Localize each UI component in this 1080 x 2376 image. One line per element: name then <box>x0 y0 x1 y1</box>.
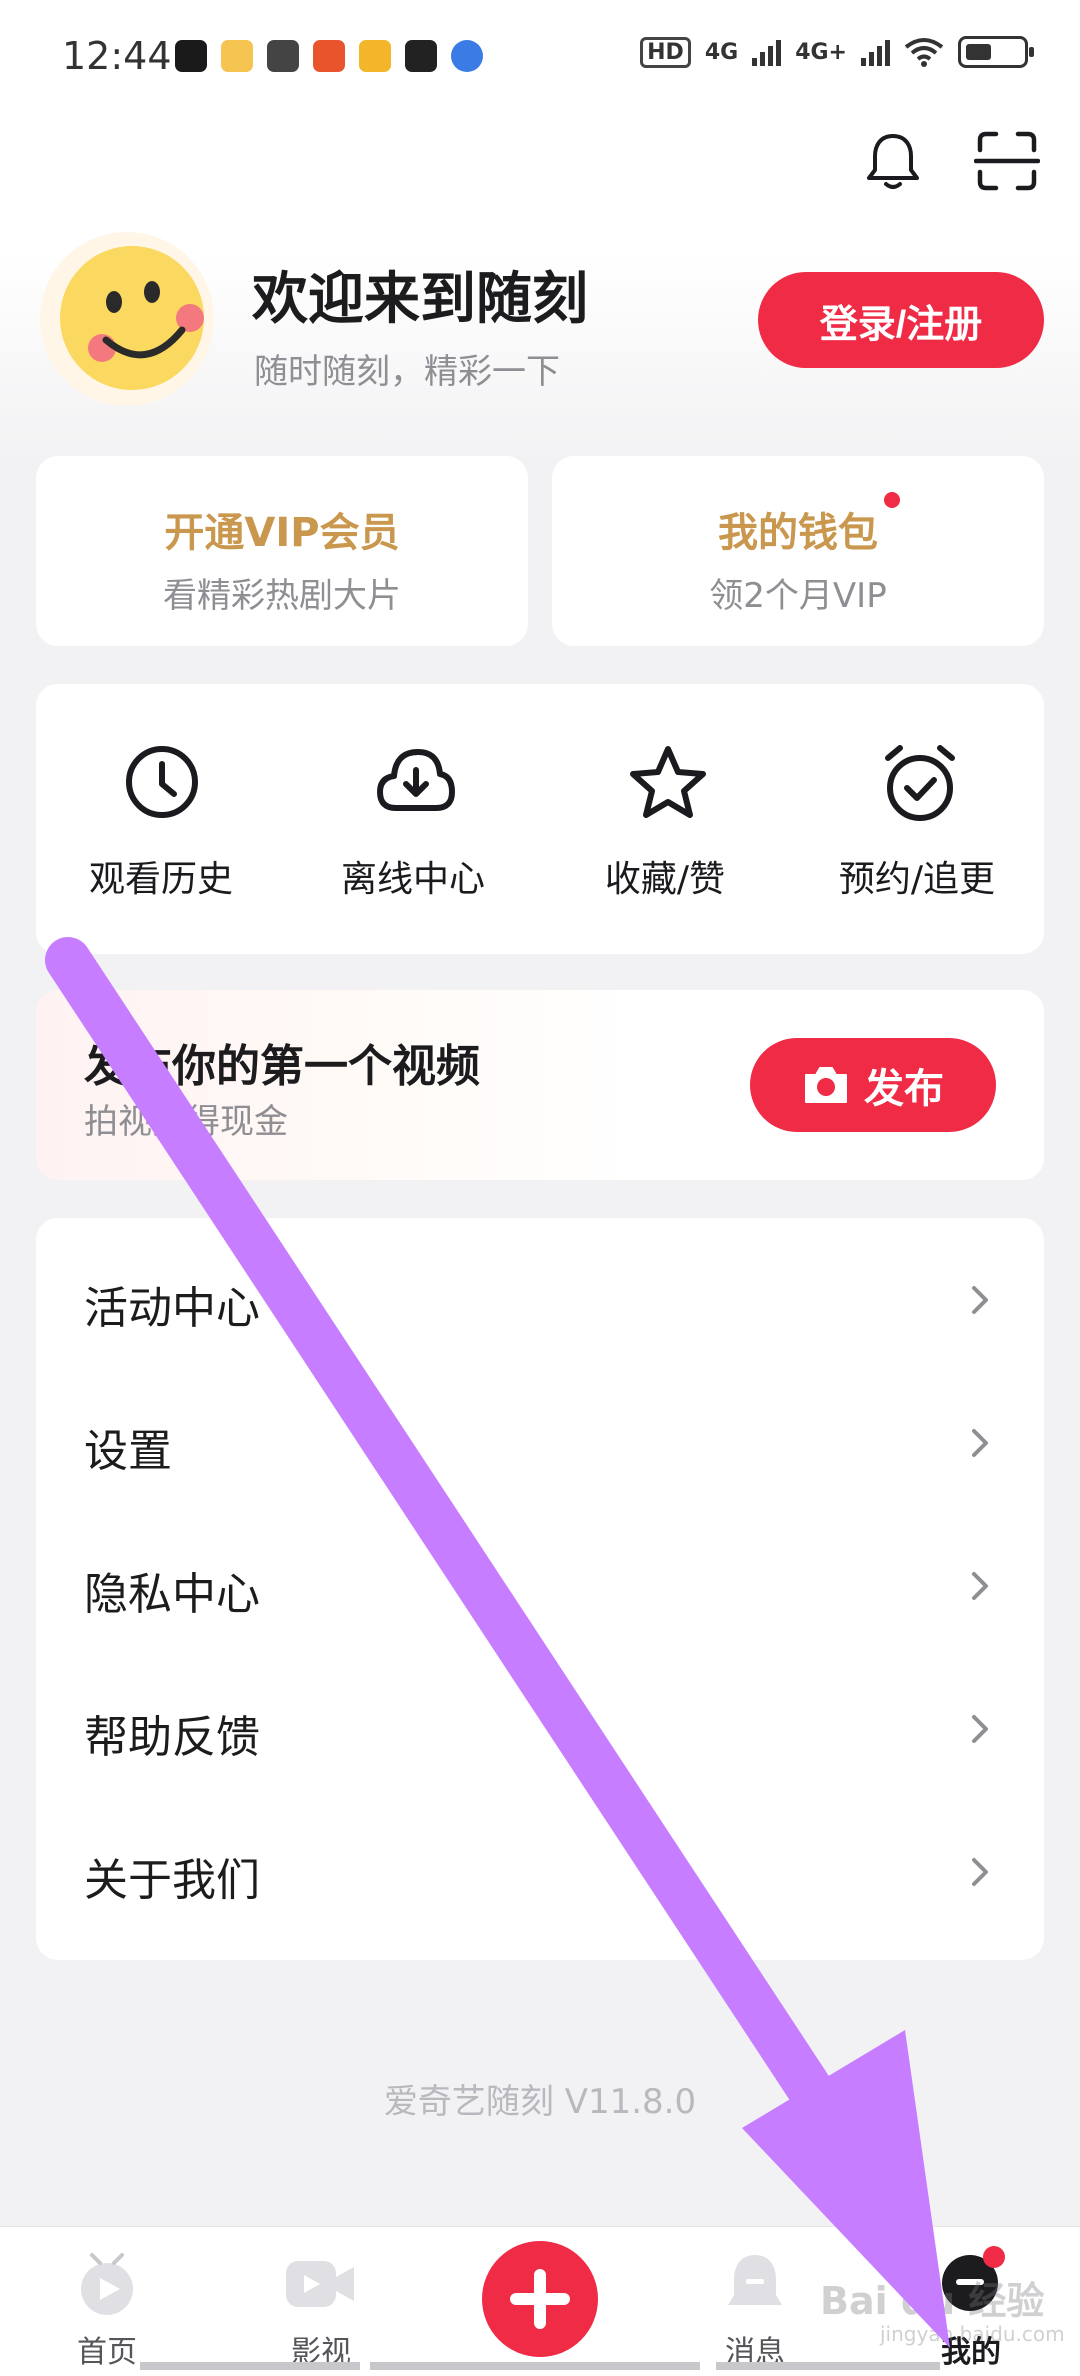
tab-home[interactable]: 首页 <box>32 2227 182 2376</box>
chevron-right-icon <box>972 1572 988 1600</box>
wallet-card[interactable]: 我的钱包 领2个月VIP <box>552 456 1044 646</box>
menu-item-about-us[interactable]: 关于我们 <box>36 1800 1044 1943</box>
wifi-icon <box>904 38 944 67</box>
feature-label: 离线中心 <box>340 859 485 900</box>
system-status: HD 4G 4G+ <box>640 36 1034 68</box>
feature-panel: 观看历史 离线中心 收藏/赞 预约/追更 <box>36 684 1044 954</box>
feature-favorites[interactable]: 收藏/赞 <box>540 684 790 954</box>
watermark-url: jingyan.baidu.com <box>880 2322 1065 2346</box>
tab-movies[interactable]: 影视 <box>246 2227 396 2376</box>
network-label: 4G+ <box>795 39 847 65</box>
status-time: 12:44 <box>62 34 172 78</box>
cloud-download-icon <box>377 749 455 811</box>
vip-card-title: 开通VIP会员 <box>164 510 400 556</box>
watermark: Bai du 经验 <box>820 2279 1045 2323</box>
star-icon <box>630 746 706 818</box>
clock-icon <box>126 746 198 818</box>
vip-card[interactable]: 开通VIP会员 看精彩热剧大片 <box>36 456 528 646</box>
battery-icon <box>958 36 1034 68</box>
signal-icon <box>752 38 782 66</box>
menu-item-privacy-center[interactable]: 隐私中心 <box>36 1514 1044 1657</box>
flash-icon <box>267 40 299 72</box>
avatar[interactable] <box>40 232 214 406</box>
chevron-right-icon <box>972 1858 988 1886</box>
status-bar: 12:44 HD 4G 4G+ <box>0 0 1080 110</box>
login-register-button[interactable]: 登录/注册 <box>758 272 1044 368</box>
publish-button-label: 发布 <box>864 1066 944 1112</box>
menu-item-label: 关于我们 <box>84 1855 260 1906</box>
feature-watch-history[interactable]: 观看历史 <box>36 684 286 954</box>
settings-menu: 活动中心 设置 隐私中心 帮助反馈 关于我们 <box>36 1218 1044 1960</box>
publish-banner[interactable]: 发布你的第一个视频 拍视频得现金 发布 <box>36 990 1044 1180</box>
create-plus-button[interactable] <box>482 2241 598 2357</box>
menu-item-label: 帮助反馈 <box>84 1712 260 1763</box>
publish-button[interactable]: 发布 <box>750 1038 996 1132</box>
scan-icon[interactable] <box>974 128 1040 194</box>
feature-offline-center[interactable]: 离线中心 <box>288 684 538 954</box>
message-bell-icon <box>728 2255 782 2305</box>
camera-icon <box>805 1067 847 1103</box>
feature-label: 收藏/赞 <box>604 859 726 900</box>
wallet-card-title: 我的钱包 <box>718 510 878 556</box>
notification-icons <box>175 40 483 72</box>
menu-item-activity-center[interactable]: 活动中心 <box>36 1228 1044 1371</box>
menu-item-label: 设置 <box>84 1426 172 1477</box>
plus-icon <box>510 2269 570 2329</box>
app-version: 爱奇艺随刻 V11.8.0 <box>383 2082 697 2122</box>
welcome-title: 欢迎来到随刻 <box>252 267 588 332</box>
hd-icon: HD <box>640 36 691 68</box>
app-notification-icon <box>313 40 345 72</box>
publish-subtitle: 拍视频得现金 <box>84 1102 288 1142</box>
network-label: 4G <box>704 39 739 65</box>
chevron-right-icon <box>972 1715 988 1743</box>
menu-item-label: 隐私中心 <box>84 1569 260 1620</box>
chevron-right-icon <box>972 1286 988 1314</box>
chevron-right-icon <box>972 1429 988 1457</box>
wallet-card-subtitle: 领2个月VIP <box>709 576 887 616</box>
menu-item-settings[interactable]: 设置 <box>36 1371 1044 1514</box>
home-tv-icon <box>81 2253 133 2315</box>
wallet-badge-dot <box>884 492 900 508</box>
publish-title: 发布你的第一个视频 <box>84 1041 480 1092</box>
location-icon <box>451 40 483 72</box>
menu-item-help-feedback[interactable]: 帮助反馈 <box>36 1657 1044 1800</box>
feature-reservations[interactable]: 预约/追更 <box>792 684 1042 954</box>
welcome-subtitle: 随时随刻，精彩一下 <box>254 352 560 392</box>
news-icon <box>405 40 437 72</box>
app-notification-icon <box>221 40 253 72</box>
feature-label: 观看历史 <box>88 859 233 900</box>
video-camera-icon <box>286 2261 354 2307</box>
feature-label: 预约/追更 <box>838 859 996 900</box>
weibo-icon <box>359 40 391 72</box>
vip-card-subtitle: 看精彩热剧大片 <box>163 576 401 616</box>
signal-icon <box>861 38 890 66</box>
menu-item-label: 活动中心 <box>84 1283 260 1334</box>
home-indicator <box>140 2362 940 2370</box>
alarm-check-icon <box>885 745 955 821</box>
tiktok-icon <box>175 40 207 72</box>
bell-icon[interactable] <box>860 128 926 194</box>
tab-messages[interactable]: 消息 <box>680 2227 830 2376</box>
smiley-avatar-icon <box>60 246 204 390</box>
